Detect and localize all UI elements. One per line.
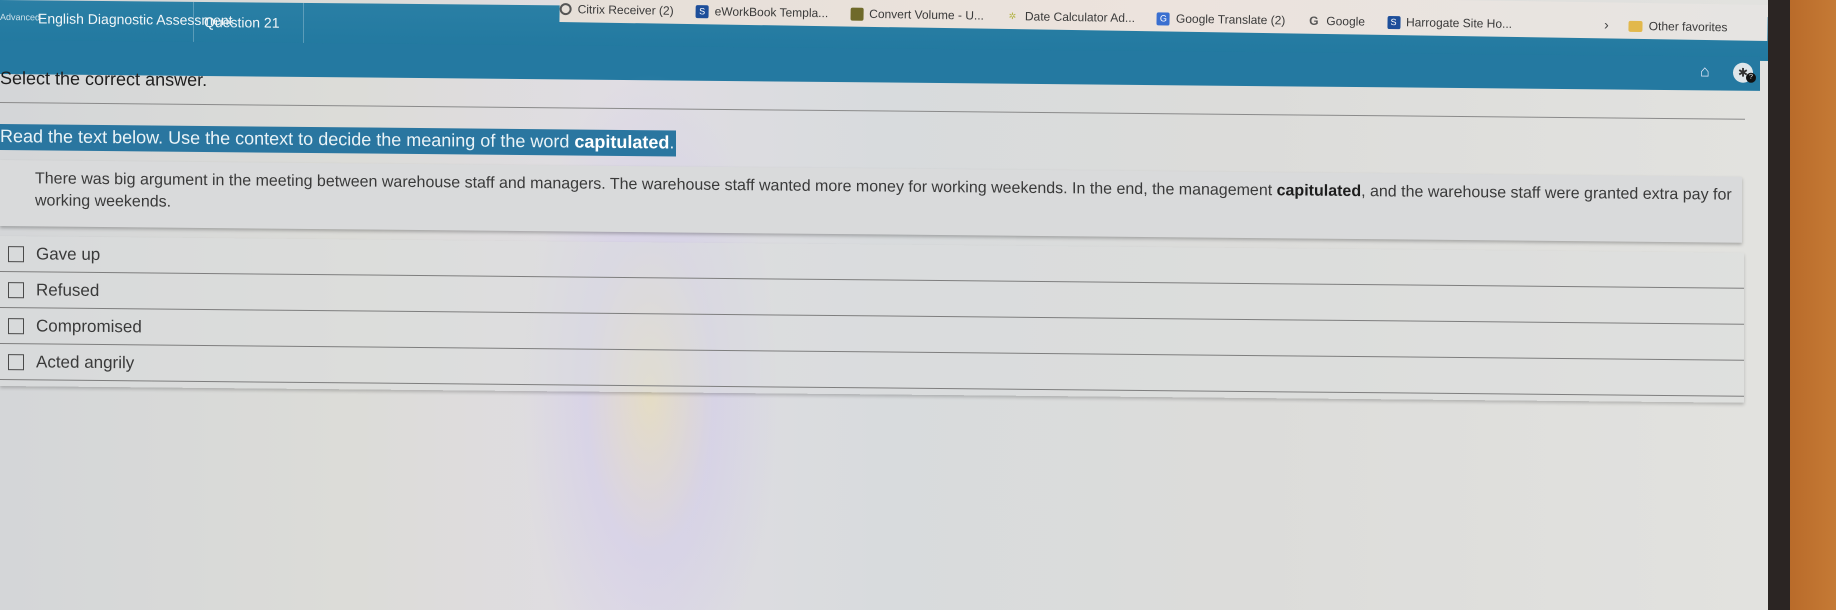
bookmark-harrogate[interactable]: S Harrogate Site Ho... — [1386, 15, 1513, 31]
folder-icon — [1628, 20, 1643, 32]
option-label: Gave up — [36, 243, 101, 264]
bookmarks-more-chevron-icon[interactable]: › — [1604, 16, 1609, 32]
citrix-icon — [559, 2, 572, 16]
home-icon[interactable]: ⌂ — [1700, 63, 1718, 80]
sharepoint-icon: S — [1386, 15, 1401, 29]
date-calculator-icon: ✲ — [1008, 10, 1017, 21]
monitor-bezel — [1768, 0, 1790, 610]
option-label: Refused — [36, 279, 100, 300]
other-favorites-label: Other favorites — [1648, 19, 1728, 35]
level-label: Advanced — [0, 12, 41, 23]
bookmark-label: Citrix Receiver (2) — [577, 2, 674, 18]
prompt-target-word: capitulated — [574, 131, 670, 153]
bookmark-label: Convert Volume - U... — [869, 6, 985, 23]
instruction-text: Select the correct answer. — [0, 68, 208, 90]
breadcrumb-separator — [180, 1, 194, 46]
breadcrumb-separator — [290, 2, 304, 47]
breadcrumb-question[interactable]: Question 21 — [204, 14, 280, 31]
bookmark-eworkbook[interactable]: S eWorkBook Templa... — [695, 4, 829, 21]
bookmark-google[interactable]: G Google — [1307, 13, 1366, 29]
background-desk — [1790, 0, 1836, 610]
bookmark-label: eWorkBook Templa... — [714, 4, 829, 21]
other-favorites[interactable]: Other favorites — [1628, 19, 1728, 35]
passage-target-word: capitulated — [1276, 182, 1362, 201]
checkbox[interactable] — [8, 317, 24, 334]
divider — [0, 102, 1745, 120]
bookmark-label: Date Calculator Ad... — [1024, 9, 1136, 26]
answer-options: Gave up Refused Compromised Acted angril… — [0, 236, 1744, 403]
help-icon[interactable]: ? — [1746, 72, 1756, 83]
option-label: Acted angrily — [36, 351, 135, 372]
bookmark-label: Harrogate Site Ho... — [1405, 15, 1513, 31]
convert-icon — [850, 7, 864, 21]
question-prompt: Read the text below. Use the context to … — [0, 124, 677, 157]
google-translate-icon: G — [1156, 11, 1171, 26]
bookmark-citrix[interactable]: Citrix Receiver (2) — [559, 2, 674, 18]
bookmark-label: Google Translate (2) — [1175, 11, 1286, 28]
bookmark-convert-volume[interactable]: Convert Volume - U... — [850, 7, 984, 23]
option-label: Compromised — [36, 315, 142, 336]
google-icon: G — [1309, 13, 1319, 28]
sharepoint-icon: S — [695, 4, 709, 18]
bookmark-google-translate[interactable]: G Google Translate (2) — [1156, 11, 1286, 28]
prompt-text: Read the text below. Use the context to … — [0, 126, 575, 152]
checkbox[interactable] — [8, 281, 24, 298]
browser-screen: Advanced English Diagnostic Assessment Q… — [0, 0, 1768, 610]
prompt-punctuation: . — [669, 132, 675, 153]
checkbox[interactable] — [8, 353, 24, 370]
reading-passage: There was big argument in the meeting be… — [0, 160, 1742, 243]
checkbox[interactable] — [8, 245, 24, 262]
passage-text: There was big argument in the meeting be… — [35, 170, 1277, 200]
bookmark-label: Google — [1326, 14, 1366, 29]
bookmark-date-calculator[interactable]: ✲ Date Calculator Ad... — [1006, 9, 1136, 26]
